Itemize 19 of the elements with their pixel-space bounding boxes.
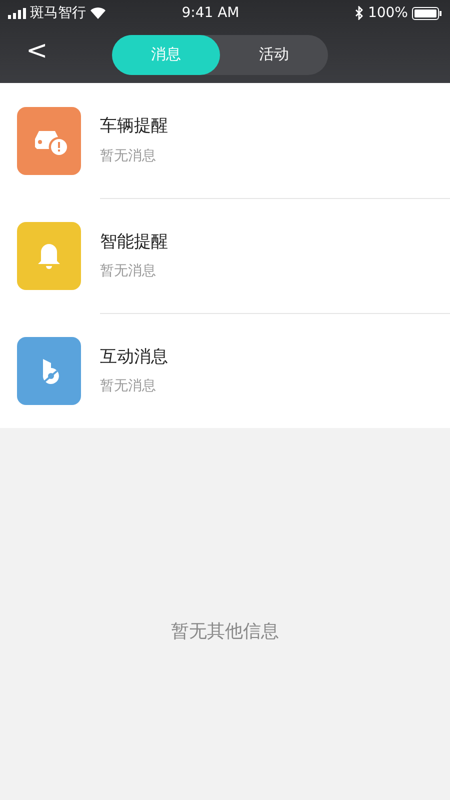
message-category[interactable]: 智能提醒 暂无消息 [0,198,450,313]
category-title: 智能提醒 [100,230,169,254]
wifi-icon [90,7,106,19]
carrier-name: 斑马智行 [30,4,86,22]
empty-message: 暂无其他信息 [170,620,280,644]
category-status: 暂无消息 [100,262,157,282]
message-category[interactable]: 车辆提醒 暂无消息 [0,83,450,198]
battery-icon [412,6,442,20]
category-title: 互动消息 [100,346,169,369]
category-status: 暂无消息 [100,146,157,166]
status-time: 9:41 AM [182,4,240,22]
tab[interactable]: 活动 [220,34,328,74]
bluetooth-icon [354,6,364,20]
back-button[interactable]: < [20,36,54,66]
message-category[interactable]: 互动消息 暂无消息 [0,313,450,428]
battery-percent: 100% [368,4,408,22]
category-title: 车辆提醒 [100,115,169,138]
category-status: 暂无消息 [100,377,157,396]
signal-icon [8,8,26,18]
